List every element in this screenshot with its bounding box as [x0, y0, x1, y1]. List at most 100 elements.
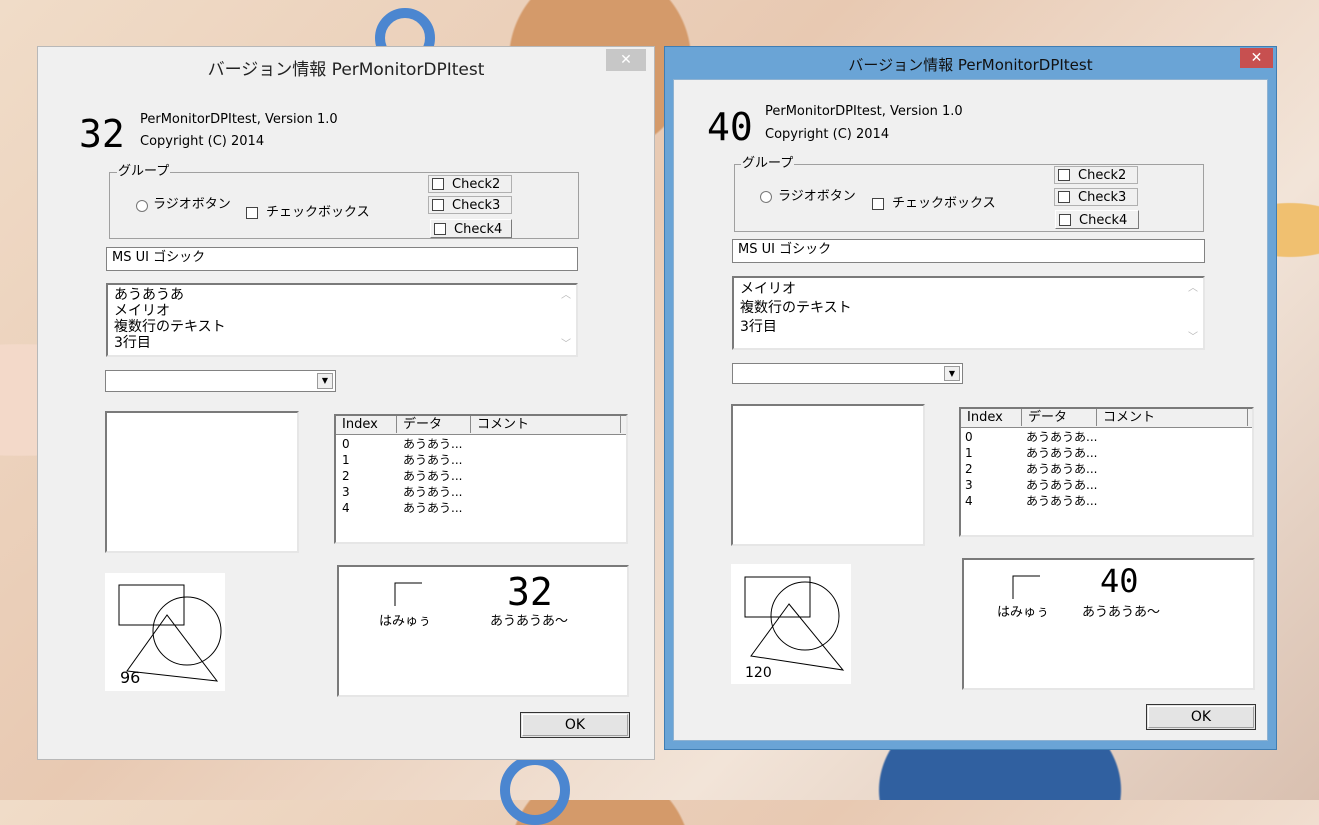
- scroll-down-arrow-icon[interactable]: ﹀: [561, 337, 571, 353]
- copyright-text: Copyright (C) 2014: [765, 127, 890, 142]
- paint-area: はみゅぅ 40 あうあうあ～: [962, 558, 1255, 690]
- table-row[interactable]: 3 あうあう...: [336, 484, 626, 500]
- radio-button[interactable]: [760, 191, 772, 203]
- about-dialog-96dpi: バージョン情報 PerMonitorDPItest ✕ 32 PerMonito…: [37, 46, 655, 760]
- window-title: バージョン情報 PerMonitorDPItest: [207, 60, 485, 80]
- dropdown-arrow-icon[interactable]: ▼: [944, 366, 960, 381]
- cell-data: あうあう...: [403, 501, 463, 515]
- close-button[interactable]: ✕: [606, 49, 646, 71]
- shapes-picture: 120: [731, 564, 851, 684]
- checkbox[interactable]: [872, 198, 884, 210]
- group-label: グループ: [741, 156, 795, 171]
- list-view[interactable]: Index データ コメント 0 あうあう... 1 あうあう... 2 あうあ…: [334, 414, 628, 544]
- column-header-data[interactable]: データ: [397, 416, 471, 433]
- check3-box: [432, 199, 444, 211]
- copyright-text: Copyright (C) 2014: [140, 134, 265, 149]
- paint-area: はみゅぅ 32 あうあうあ～: [337, 565, 629, 697]
- table-row[interactable]: 2 あうあうあ...: [961, 461, 1252, 477]
- check4-label: Check4: [1079, 213, 1128, 228]
- cell-data: あうあう...: [403, 469, 463, 483]
- corner-line-drawing: [1012, 575, 1040, 599]
- multiline-text-box[interactable]: あうあうあ メイリオ 複数行のテキスト 3行目 ︿ ﹀: [106, 283, 578, 357]
- scroll-up-arrow-icon[interactable]: ︿: [561, 288, 571, 304]
- check4-checkbox[interactable]: Check4: [1055, 210, 1139, 229]
- app-name-version: PerMonitorDPItest, Version 1.0: [765, 104, 963, 119]
- column-header-index[interactable]: Index: [336, 416, 397, 433]
- ok-button[interactable]: OK: [1146, 704, 1256, 730]
- checkbox-label[interactable]: チェックボックス: [266, 206, 370, 219]
- cell-data: あうあうあ...: [1026, 430, 1098, 444]
- check2-checkbox[interactable]: Check2: [428, 175, 512, 193]
- scroll-up-arrow-icon[interactable]: ︿: [1188, 281, 1198, 297]
- font-name-field[interactable]: MS UI ゴシック: [732, 239, 1205, 263]
- check2-box: [432, 178, 444, 190]
- check4-box: [434, 223, 446, 235]
- check2-checkbox[interactable]: Check2: [1054, 166, 1138, 184]
- empty-listbox[interactable]: [731, 404, 925, 546]
- column-header-data[interactable]: データ: [1022, 409, 1097, 426]
- cell-index: 3: [965, 478, 973, 492]
- title-bar[interactable]: バージョン情報 PerMonitorDPItest ✕: [665, 47, 1276, 79]
- shapes-picture: 96: [105, 573, 225, 691]
- check3-checkbox[interactable]: Check3: [428, 196, 512, 214]
- cell-index: 2: [342, 469, 350, 483]
- text-line: メイリオ: [114, 303, 170, 319]
- table-row[interactable]: 2 あうあう...: [336, 468, 626, 484]
- dpi-large-number: 32: [79, 112, 125, 156]
- check4-label: Check4: [454, 222, 503, 237]
- check2-label: Check2: [452, 177, 501, 192]
- table-row[interactable]: 0 あうあう...: [336, 436, 626, 452]
- column-header-index[interactable]: Index: [961, 409, 1022, 426]
- title-bar[interactable]: バージョン情報 PerMonitorDPItest ✕: [38, 47, 654, 80]
- combo-box[interactable]: ▼: [732, 363, 963, 384]
- table-row[interactable]: 1 あうあう...: [336, 452, 626, 468]
- paint-dpi-number: 32: [507, 570, 553, 614]
- cell-data: あうあう...: [403, 437, 463, 451]
- dpi-large-number: 40: [707, 105, 753, 149]
- ok-button-label: OK: [1190, 709, 1212, 725]
- check3-checkbox[interactable]: Check3: [1054, 188, 1138, 206]
- column-header-comment[interactable]: コメント: [1097, 409, 1248, 426]
- list-view[interactable]: Index データ コメント 0 あうあうあ... 1 あうあうあ... 2 あ…: [959, 407, 1254, 537]
- dialog-client-area: 40 PerMonitorDPItest, Version 1.0 Copyri…: [673, 79, 1268, 741]
- ok-button-label: OK: [564, 717, 586, 733]
- cell-index: 1: [965, 446, 973, 460]
- cell-data: あうあう...: [403, 453, 463, 467]
- cell-index: 0: [342, 437, 350, 451]
- radio-button[interactable]: [136, 200, 148, 212]
- check2-box: [1058, 169, 1070, 181]
- text-line: 3行目: [114, 335, 151, 351]
- cell-index: 4: [965, 494, 973, 508]
- multiline-text-box[interactable]: メイリオ 複数行のテキスト 3行目 ︿ ﹀: [732, 276, 1205, 350]
- paint-label-left: はみゅぅ: [379, 614, 432, 629]
- text-line: 複数行のテキスト: [114, 319, 226, 335]
- list-view-header: Index データ コメント: [336, 416, 626, 435]
- cell-data: あうあうあ...: [1026, 462, 1098, 476]
- radio-button-label[interactable]: ラジオボタン: [153, 198, 231, 211]
- scroll-down-arrow-icon[interactable]: ﹀: [1188, 330, 1198, 346]
- check4-checkbox[interactable]: Check4: [430, 219, 512, 238]
- table-row[interactable]: 0 あうあうあ...: [961, 429, 1252, 445]
- check3-label: Check3: [1078, 190, 1127, 205]
- checkbox[interactable]: [246, 207, 258, 219]
- table-row[interactable]: 1 あうあうあ...: [961, 445, 1252, 461]
- table-row[interactable]: 3 あうあうあ...: [961, 477, 1252, 493]
- cell-data: あうあうあ...: [1026, 446, 1098, 460]
- check4-box: [1059, 214, 1071, 226]
- window-title: バージョン情報 PerMonitorDPItest: [848, 56, 1093, 74]
- check3-label: Check3: [452, 198, 501, 213]
- table-row[interactable]: 4 あうあうあ...: [961, 493, 1252, 509]
- combo-box[interactable]: ▼: [105, 370, 336, 392]
- font-name-field[interactable]: MS UI ゴシック: [106, 247, 578, 271]
- checkbox-label[interactable]: チェックボックス: [892, 197, 996, 210]
- table-row[interactable]: 4 あうあう...: [336, 500, 626, 516]
- paint-label-right: あうあうあ～: [1082, 605, 1161, 620]
- cell-index: 3: [342, 485, 350, 499]
- column-header-comment[interactable]: コメント: [471, 416, 621, 433]
- cell-index: 1: [342, 453, 350, 467]
- radio-button-label[interactable]: ラジオボタン: [778, 190, 856, 203]
- close-button[interactable]: ✕: [1240, 48, 1273, 68]
- dropdown-arrow-icon[interactable]: ▼: [317, 373, 333, 389]
- empty-listbox[interactable]: [105, 411, 299, 553]
- ok-button[interactable]: OK: [520, 712, 630, 738]
